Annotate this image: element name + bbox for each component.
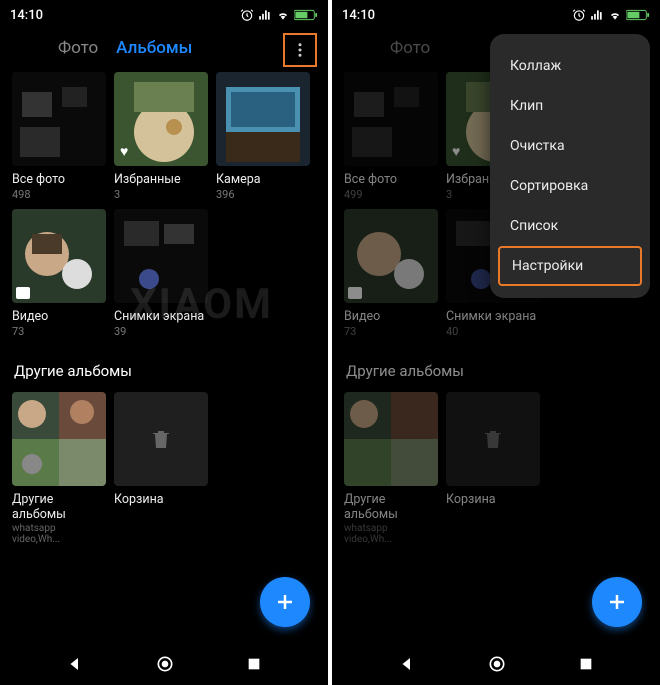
album-item[interactable]: Все фото 498 [12,72,106,201]
menu-item-collage[interactable]: Коллаж [490,46,650,86]
album-title: Все фото [12,172,106,187]
status-time: 14:10 [342,8,375,23]
signal-icon [590,8,604,22]
album-title: Другие альбомы [12,492,106,522]
album-count: 73 [344,325,438,338]
album-item[interactable]: Камера 396 [216,72,310,201]
album-item[interactable]: Другие альбомы whatsapp video,Wh... [12,392,106,545]
album-title: Видео [12,309,106,324]
album-title: Снимки экрана [446,309,540,324]
album-item[interactable]: ♥ Избранные 3 [114,72,208,201]
menu-item-list[interactable]: Список [490,206,650,246]
nav-recent-icon[interactable] [578,656,594,672]
nav-home-icon[interactable] [155,654,175,674]
heart-icon: ♥ [452,143,460,160]
tab-photos[interactable]: Фото [344,38,430,58]
video-icon [16,287,30,299]
album-title: Снимки экрана [114,309,208,324]
menu-item-settings[interactable]: Настройки [498,246,642,286]
tab-albums[interactable]: Альбомы [116,38,192,58]
video-icon [348,287,362,299]
albums-grid: Все фото 498 ♥ Избранные 3 Камера 396 Ви… [0,72,328,338]
overflow-menu: Коллаж Клип Очистка Сортировка Список На… [490,34,650,298]
menu-item-clip[interactable]: Клип [490,86,650,126]
alarm-icon [572,8,586,22]
other-albums-grid: Другие альбомы whatsapp video,Wh... Корз… [332,392,660,545]
trash-icon [149,427,173,451]
add-button[interactable] [260,577,310,627]
plus-icon [605,590,629,614]
album-item[interactable]: Видео 73 [344,209,438,338]
status-time: 14:10 [10,8,43,23]
plus-icon [273,590,297,614]
nav-back-icon[interactable] [398,655,416,673]
album-count: 498 [12,188,106,201]
tab-bar: Фото Альбомы [0,30,328,72]
album-item[interactable]: Другие альбомы whatsapp video,Wh... [344,392,438,545]
phone-screenshot-left: 14:10 Фото Альбомы Все фото 498 ♥ [0,0,328,685]
album-subtitle: whatsapp video,Wh... [344,523,438,545]
more-vertical-icon [291,41,309,59]
album-subtitle: whatsapp video,Wh... [12,523,106,545]
album-item[interactable]: Снимки экрана 39 [114,209,208,338]
status-icons [240,8,318,22]
album-item[interactable]: Корзина [114,392,208,545]
nav-bar [332,643,660,685]
heart-icon: ♥ [120,143,128,160]
nav-home-icon[interactable] [487,654,507,674]
album-item[interactable]: Все фото 499 [344,72,438,201]
album-item[interactable]: Видео 73 [12,209,106,338]
album-count: 3 [114,188,208,201]
album-item[interactable]: Корзина [446,392,540,545]
alarm-icon [240,8,254,22]
album-title: Все фото [344,172,438,187]
album-count: 40 [446,325,540,338]
battery-icon [626,9,650,21]
album-title: Камера [216,172,310,187]
section-other-albums: Другие альбомы [0,338,328,392]
battery-icon [294,9,318,21]
add-button[interactable] [592,577,642,627]
status-icons [572,8,650,22]
album-title: Корзина [114,492,208,507]
album-count: 396 [216,188,310,201]
wifi-icon [276,8,290,22]
tab-photos[interactable]: Фото [12,38,98,58]
nav-bar [0,643,328,685]
album-title: Корзина [446,492,540,507]
signal-icon [258,8,272,22]
nav-back-icon[interactable] [66,655,84,673]
more-menu-button[interactable] [284,34,316,66]
album-title: Другие альбомы [344,492,438,522]
menu-item-cleanup[interactable]: Очистка [490,126,650,166]
album-title: Видео [344,309,438,324]
album-count: 73 [12,325,106,338]
menu-item-sort[interactable]: Сортировка [490,166,650,206]
other-albums-grid: Другие альбомы whatsapp video,Wh... Корз… [0,392,328,545]
status-bar: 14:10 [0,0,328,30]
section-other-albums: Другие альбомы [332,338,660,392]
album-count: 499 [344,188,438,201]
wifi-icon [608,8,622,22]
status-bar: 14:10 [332,0,660,30]
nav-recent-icon[interactable] [246,656,262,672]
phone-screenshot-right: 14:10 Фото Все фото 499 ♥ Избранные 3 [332,0,660,685]
album-title: Избранные [114,172,208,187]
trash-icon [481,427,505,451]
album-count: 39 [114,325,208,338]
